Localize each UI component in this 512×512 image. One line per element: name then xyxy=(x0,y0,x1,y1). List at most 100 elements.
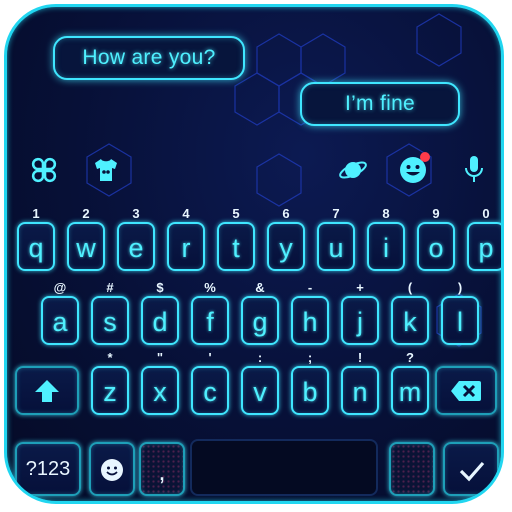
key-hint-label: + xyxy=(356,280,364,295)
key-m[interactable]: m xyxy=(391,366,429,415)
key-label: p xyxy=(478,233,494,263)
outgoing-message-text: I’m fine xyxy=(344,92,416,115)
key-i[interactable]: i xyxy=(367,222,405,271)
emoji-icon[interactable] xyxy=(397,151,433,185)
key-hint-label: 3 xyxy=(132,206,140,221)
key-s[interactable]: s xyxy=(91,296,129,345)
microphone-icon[interactable] xyxy=(463,153,485,185)
key-p[interactable]: p xyxy=(467,222,501,271)
key-label: k xyxy=(403,307,417,337)
key-o[interactable]: o xyxy=(417,222,455,271)
key-j[interactable]: j xyxy=(341,296,379,345)
key-hint-label: 1 xyxy=(32,206,40,221)
key-label: l xyxy=(457,307,463,337)
key-h[interactable]: h xyxy=(291,296,329,345)
notification-dot xyxy=(420,152,430,162)
key-hint-label: @ xyxy=(53,280,67,295)
key-label: m xyxy=(398,377,422,407)
key-q[interactable]: q xyxy=(17,222,55,271)
key-label: n xyxy=(352,377,368,407)
key-w[interactable]: w xyxy=(67,222,105,271)
backspace-icon xyxy=(451,381,481,401)
key-hint-label: 6 xyxy=(282,206,290,221)
key-v[interactable]: v xyxy=(241,366,279,415)
key-z[interactable]: z xyxy=(91,366,129,415)
key-hint-label: : xyxy=(257,350,263,365)
key-hint-label: 9 xyxy=(432,206,440,221)
numbers-key[interactable]: ?123 xyxy=(15,442,81,496)
key-label: h xyxy=(302,307,318,337)
key-hint-label: ! xyxy=(357,350,363,365)
incoming-message-text: How are you? xyxy=(82,46,216,69)
key-a[interactable]: a xyxy=(41,296,79,345)
key-label: q xyxy=(28,233,44,263)
emoji-key-icon xyxy=(101,459,123,481)
key-label: i xyxy=(383,233,389,263)
key-label: e xyxy=(128,233,144,263)
checkmark-icon xyxy=(459,461,485,482)
key-hint-label: 5 xyxy=(232,206,240,221)
key-label: z xyxy=(103,377,117,407)
key-k[interactable]: k xyxy=(391,296,429,345)
space-key[interactable] xyxy=(190,439,378,496)
key-n[interactable]: n xyxy=(341,366,379,415)
key-label: d xyxy=(152,307,168,337)
key-c[interactable]: c xyxy=(191,366,229,415)
key-d[interactable]: d xyxy=(141,296,179,345)
shift-key[interactable] xyxy=(15,366,79,415)
key-label: y xyxy=(279,233,293,263)
enter-key[interactable] xyxy=(443,442,499,496)
planet-icon[interactable] xyxy=(337,155,369,185)
key-label: v xyxy=(253,377,267,407)
clover-icon[interactable] xyxy=(29,155,59,185)
key-x[interactable]: x xyxy=(141,366,179,415)
key-hint-label: % xyxy=(204,280,216,295)
key-label: w xyxy=(76,233,96,263)
key-hint-label: # xyxy=(106,280,114,295)
key-label: j xyxy=(357,307,363,337)
key-label: a xyxy=(52,307,68,337)
key-b[interactable]: b xyxy=(291,366,329,415)
key-hint-label: * xyxy=(107,350,113,365)
key-hint-label: ) xyxy=(457,280,463,295)
key-hint-label: 0 xyxy=(482,206,490,221)
key-label: u xyxy=(328,233,344,263)
key-hint-label: " xyxy=(156,350,164,365)
incoming-message-bubble: How are you? xyxy=(53,36,245,80)
key-y[interactable]: y xyxy=(267,222,305,271)
key-label: o xyxy=(428,233,444,263)
comma-key[interactable]: , xyxy=(139,442,185,496)
key-hint-label: 2 xyxy=(82,206,90,221)
key-l[interactable]: l xyxy=(441,296,479,345)
backspace-key[interactable] xyxy=(435,366,497,415)
key-e[interactable]: e xyxy=(117,222,155,271)
key-u[interactable]: u xyxy=(317,222,355,271)
key-hint-label: 8 xyxy=(382,206,390,221)
key-r[interactable]: r xyxy=(167,222,205,271)
keyboard-theme-preview: How are you? I’m fine q 1 w 2 e 3 r 4 t 5 y 6 u 7 i 8 o 9… xyxy=(4,4,504,504)
key-hint-label: $ xyxy=(156,280,164,295)
key-label: x xyxy=(153,377,167,407)
key-hint-label: ' xyxy=(208,350,212,365)
key-label: f xyxy=(206,307,214,337)
key-label: t xyxy=(232,233,240,263)
key-label: b xyxy=(302,377,318,407)
tshirt-icon[interactable] xyxy=(91,155,121,185)
key-hint-label: 4 xyxy=(182,206,190,221)
key-g[interactable]: g xyxy=(241,296,279,345)
period-key[interactable] xyxy=(389,442,435,496)
key-label: s xyxy=(103,307,117,337)
key-f[interactable]: f xyxy=(191,296,229,345)
key-label: g xyxy=(252,307,268,337)
key-hint-label: & xyxy=(255,280,265,295)
key-t[interactable]: t xyxy=(217,222,255,271)
shift-arrow-icon xyxy=(35,380,59,402)
numbers-key-label: ?123 xyxy=(25,458,71,480)
key-hint-label: 7 xyxy=(332,206,340,221)
key-hint-label: ( xyxy=(407,280,413,295)
emoji-key[interactable] xyxy=(89,442,135,496)
comma-key-label: , xyxy=(158,456,166,486)
key-hint-label: ? xyxy=(406,350,414,365)
key-hint-label: ; xyxy=(307,350,313,365)
key-label: r xyxy=(181,233,191,263)
